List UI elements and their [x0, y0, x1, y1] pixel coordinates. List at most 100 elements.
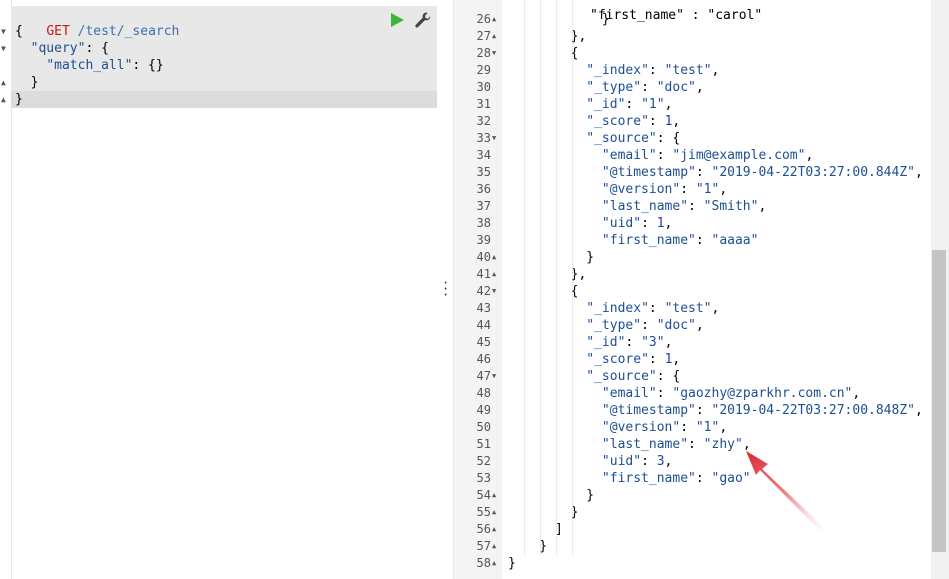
response-line-text: "last_name": "zhy",	[601, 437, 751, 452]
request-body-line[interactable]: "query": {	[15, 40, 109, 57]
line-number: 41	[476, 267, 491, 281]
response-line: 32 "_score": 1,	[454, 113, 932, 130]
resize-handle-icon[interactable]: · · ·	[442, 277, 449, 301]
fold-toggle-icon[interactable]: ▲	[492, 11, 502, 28]
request-body-line[interactable]: }	[15, 91, 23, 108]
fold-toggle-icon[interactable]: ▲	[492, 487, 502, 504]
partial-line: "first_name" : "carol"	[454, 0, 762, 23]
response-line: 27 ▲ },	[454, 28, 932, 45]
fold-toggle-icon[interactable]: ▲	[492, 28, 502, 45]
response-viewer[interactable]: "first_name" : "carol" 26 ▲ } 27 ▲ }, 28 ▼ {2…	[453, 0, 932, 579]
line-number: 48	[476, 386, 491, 400]
indent-guide	[572, 0, 573, 555]
response-line-text: "_score": 1,	[586, 114, 681, 129]
fold-toggle-icon[interactable]: ▼	[492, 283, 502, 300]
response-line: 30 "_type": "doc",	[454, 79, 932, 96]
wrench-icon[interactable]	[414, 11, 432, 29]
response-line: 42 ▼ {	[454, 283, 932, 300]
line-number: 39	[476, 233, 491, 247]
response-line: 58 ▲}	[454, 555, 932, 572]
response-line: 46 "_score": 1,	[454, 351, 932, 368]
fold-toggle-icon[interactable]: ▲	[1, 91, 10, 108]
fold-toggle-icon[interactable]: ▼	[492, 130, 502, 147]
line-number: 33	[476, 131, 491, 145]
line-number: 36	[476, 182, 491, 196]
response-line: 40 ▲ }	[454, 249, 932, 266]
line-number: 31	[476, 97, 491, 111]
response-line: 53 "first_name": "gao"	[454, 470, 932, 487]
request-body-line[interactable]: {	[15, 23, 23, 40]
line-number: 45	[476, 335, 491, 349]
fold-toggle-icon[interactable]: ▼	[1, 23, 10, 40]
request-path: /test/_search	[77, 24, 180, 39]
response-line: 49 "@timestamp": "2019-04-22T03:27:00.84…	[454, 402, 932, 419]
request-line[interactable]: GET /test/_search	[15, 6, 179, 39]
response-line: 57 ▲ }	[454, 538, 932, 555]
line-number: 46	[476, 352, 491, 366]
response-line: 36 "@version": "1",	[454, 181, 932, 198]
fold-toggle-icon[interactable]: ▲	[492, 249, 502, 266]
fold-toggle-icon[interactable]: ▲	[492, 555, 502, 572]
response-line-text: }	[508, 488, 595, 503]
fold-toggle-icon[interactable]: ▲	[492, 266, 502, 283]
request-method: GET	[46, 24, 70, 39]
response-line-text: "@timestamp": "2019-04-22T03:27:00.848Z"…	[601, 403, 923, 418]
line-number: 44	[476, 318, 491, 332]
play-icon[interactable]	[389, 12, 405, 28]
response-line-text: "@timestamp": "2019-04-22T03:27:00.844Z"…	[601, 165, 923, 180]
indent-guide	[556, 0, 557, 555]
response-line-text: }	[508, 250, 595, 265]
line-number: 57	[476, 539, 491, 553]
response-line-text: "last_name": "Smith",	[601, 199, 767, 214]
response-line-text: ]	[508, 522, 563, 537]
scrollbar-thumb[interactable]	[932, 250, 946, 552]
response-line: 38 "uid": 1,	[454, 215, 932, 232]
line-number: 26	[476, 12, 491, 26]
response-line: 34 "email": "jim@example.com",	[454, 147, 932, 164]
request-body-line[interactable]: }	[15, 74, 39, 91]
fold-toggle-icon[interactable]: ▲	[492, 504, 502, 521]
line-number: 55	[476, 505, 491, 519]
response-line-text: "_source": {	[586, 131, 681, 146]
response-line-text: "email": "gaozhy@zparkhr.com.cn",	[601, 386, 861, 401]
request-body-line[interactable]: "match_all": {}	[15, 57, 163, 74]
response-line-text: "_score": 1,	[586, 352, 681, 367]
response-line: 43 "_index": "test",	[454, 300, 932, 317]
response-line-text: "_id": "3",	[586, 335, 673, 350]
response-line-text: "_id": "1",	[586, 97, 673, 112]
line-number: 37	[476, 199, 491, 213]
response-line-text: },	[508, 267, 587, 282]
line-number: 27	[476, 29, 491, 43]
fold-toggle-icon[interactable]: ▼	[492, 368, 502, 385]
response-line: 56 ▲ ]	[454, 521, 932, 538]
request-editor[interactable]: GET /test/_search { "query": { "match_al…	[0, 0, 437, 579]
response-line: 39 "first_name": "aaaa"	[454, 232, 932, 249]
response-line-text: "email": "jim@example.com",	[601, 148, 814, 163]
line-number: 32	[476, 114, 491, 128]
response-line-text: "first_name": "aaaa"	[601, 233, 759, 248]
response-line-text: "uid": 3,	[601, 454, 673, 469]
line-number: 28	[476, 46, 491, 60]
line-number: 38	[476, 216, 491, 230]
annotation-arrow-icon	[746, 451, 826, 533]
fold-toggle-icon[interactable]: ▲	[492, 538, 502, 555]
fold-toggle-icon[interactable]: ▲	[492, 521, 502, 538]
response-line: 29 "_index": "test",	[454, 62, 932, 79]
line-number: 53	[476, 471, 491, 485]
line-number: 58	[476, 556, 491, 570]
response-line: 51 "last_name": "zhy",	[454, 436, 932, 453]
response-line: 54 ▲ }	[454, 487, 932, 504]
response-line: 35 "@timestamp": "2019-04-22T03:27:00.84…	[454, 164, 932, 181]
line-number: 52	[476, 454, 491, 468]
response-line: 33 ▼ "_source": {	[454, 130, 932, 147]
fold-toggle-icon[interactable]: ▲	[1, 74, 10, 91]
response-line-text: "_source": {	[586, 369, 681, 384]
fold-toggle-icon[interactable]: ▼	[1, 40, 10, 57]
response-line-text: "uid": 1,	[601, 216, 673, 231]
response-line: 50 "@version": "1",	[454, 419, 932, 436]
fold-toggle-icon[interactable]: ▼	[492, 45, 502, 62]
line-number: 54	[476, 488, 491, 502]
response-line-text: {	[508, 46, 579, 61]
response-line: 28 ▼ {	[454, 45, 932, 62]
active-line-highlight	[11, 91, 437, 108]
